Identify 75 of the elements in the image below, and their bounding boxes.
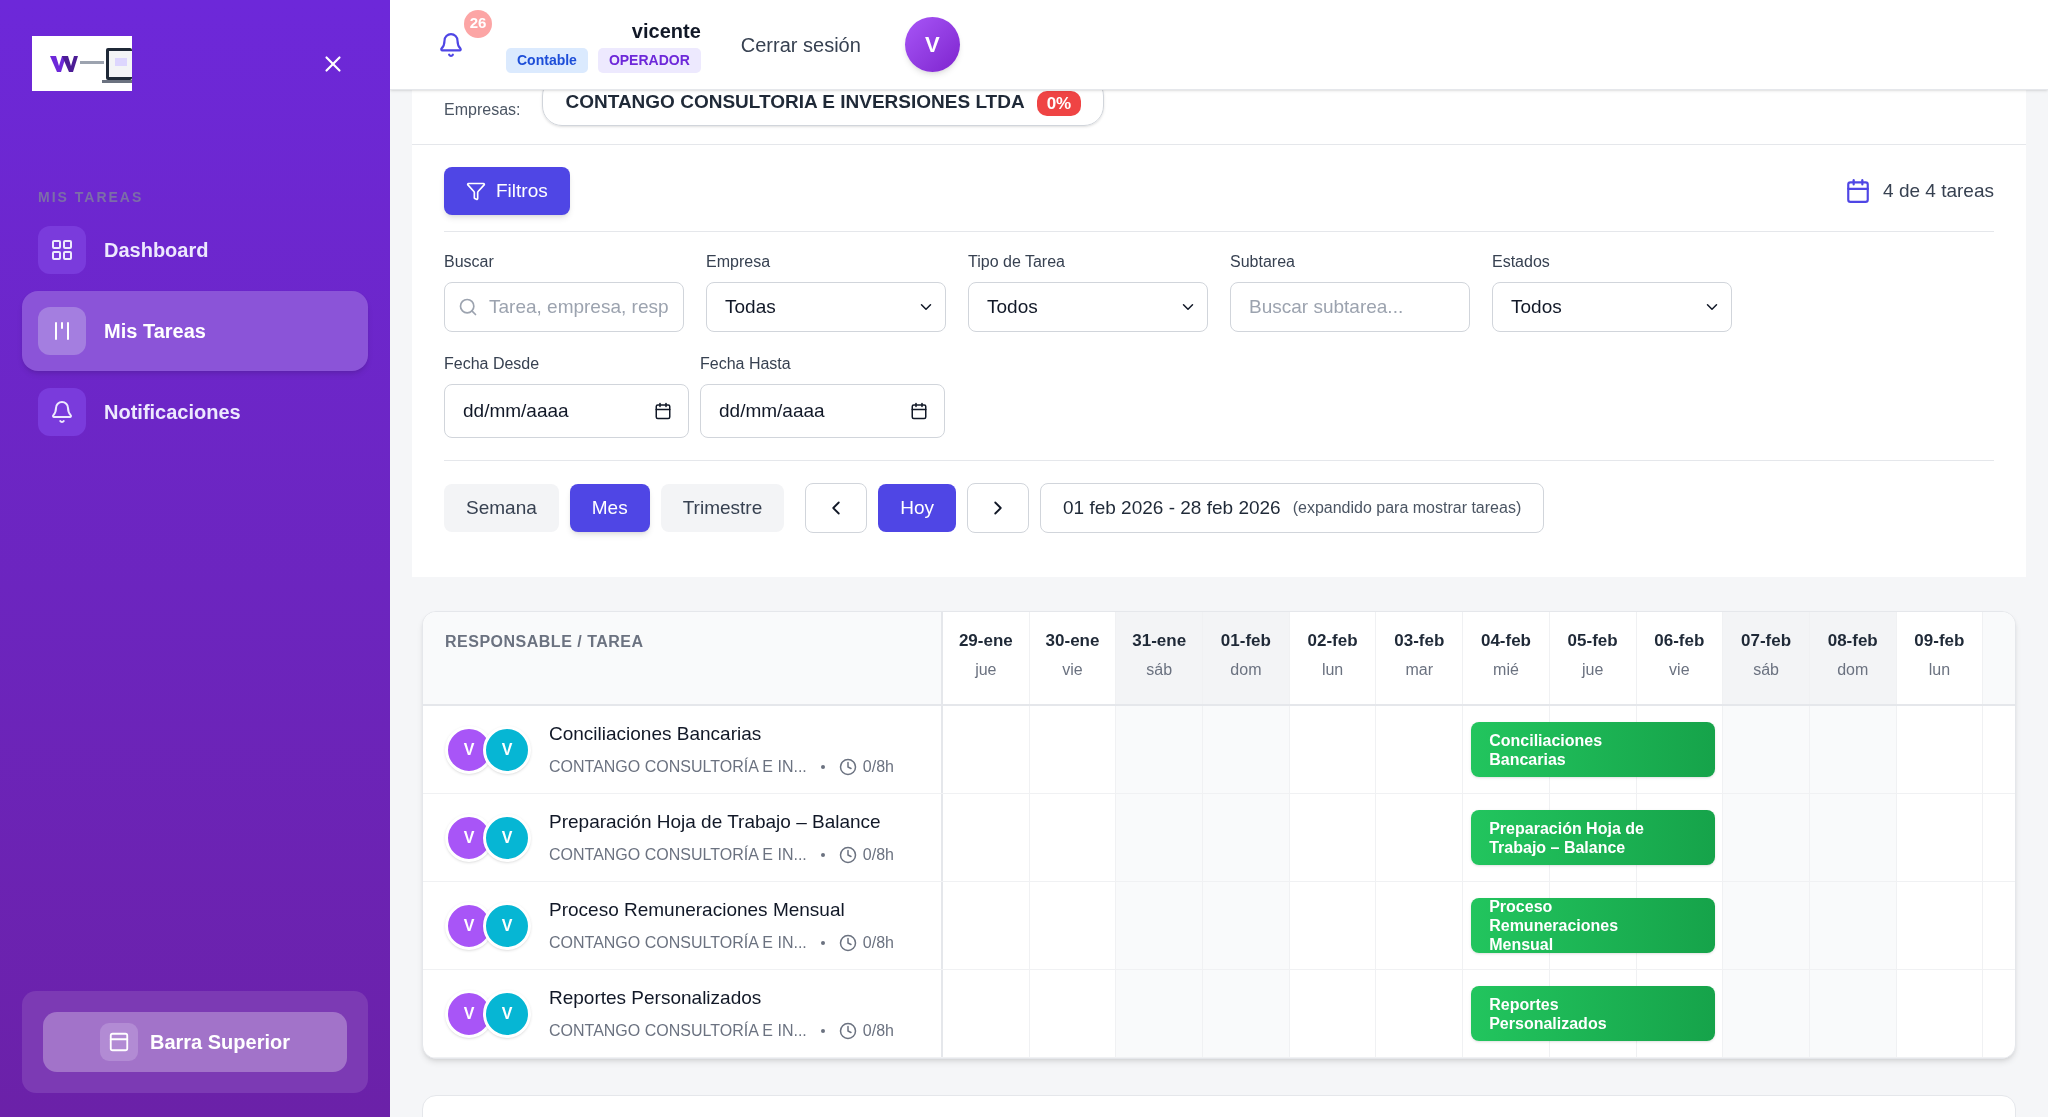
task-hours: 0/8h xyxy=(862,1020,894,1041)
task-title: Preparación Hoja de Trabajo – Balance xyxy=(549,810,882,835)
field-label: Tipo de Tarea xyxy=(968,252,1066,272)
field-label: Empresa xyxy=(706,252,772,272)
field-label: Fecha Hasta xyxy=(700,354,792,374)
clock-icon xyxy=(838,757,857,776)
percent-badge: 0% xyxy=(1036,90,1082,116)
text-field[interactable]: Buscar subtarea... xyxy=(1230,282,1470,332)
filter-icon xyxy=(466,181,486,201)
day-header: 06-feb vie xyxy=(1636,612,1724,704)
task-count: 4 de 4 tareas xyxy=(1883,178,1994,203)
logout-link[interactable]: Cerrar sesión xyxy=(740,29,861,60)
day-header: 07-feb sáb xyxy=(1723,612,1810,704)
range-text: 01 feb 2026 - 28 feb 2026 xyxy=(1063,495,1281,520)
search-icon xyxy=(458,297,478,317)
day-header: 30-ene vie xyxy=(1029,612,1117,704)
task-hours: 0/8h xyxy=(862,844,894,865)
field-label: Empresas: xyxy=(444,100,521,120)
task-title: Reportes Personalizados xyxy=(549,986,763,1011)
section-label: MIS TAREAS xyxy=(37,188,145,207)
search-field[interactable]: Tarea, empresa, resp xyxy=(444,282,684,332)
notification-button[interactable] xyxy=(438,31,464,58)
sidebar-item[interactable]: Dashboard xyxy=(22,210,368,290)
day-header: 08-feb dom xyxy=(1809,612,1897,704)
task-title: Conciliaciones Bancarias xyxy=(549,722,763,747)
clock-icon xyxy=(838,845,857,864)
company-name: CONTANGO CONSULTORÍA E IN... xyxy=(549,932,807,953)
calendar-icon xyxy=(654,402,672,420)
today-button[interactable]: Hoy xyxy=(878,484,956,532)
field-label: Fecha Desde xyxy=(444,354,541,374)
day-header: 02-feb lun xyxy=(1289,612,1377,704)
day-header: 03-feb mar xyxy=(1376,612,1464,704)
user-avatar[interactable]: V xyxy=(904,17,960,72)
column-header: RESPONSABLE / TAREA xyxy=(445,633,644,650)
field-label: Subtarea xyxy=(1230,252,1296,272)
company-name: CONTANGO CONSULTORÍA E IN... xyxy=(549,1020,807,1041)
day-header: 01-feb dom xyxy=(1203,612,1290,704)
select-field[interactable]: Todos xyxy=(1492,282,1732,332)
day-header: 29-ene jue xyxy=(943,612,1030,704)
company-selector[interactable]: CONTANGO CONSULTORIA E INVERSIONES LTDA 0% xyxy=(542,90,1105,126)
day-header: 31-ene sáb xyxy=(1116,612,1204,704)
clock-icon xyxy=(838,1021,857,1040)
task-hours: 0/8h xyxy=(862,932,894,953)
role-tag: OPERADOR xyxy=(597,48,701,73)
grid-icon xyxy=(38,226,86,274)
date-field[interactable]: dd/mm/aaaa xyxy=(444,384,689,438)
field-label: Estados xyxy=(1492,252,1551,272)
day-header: 05-feb jue xyxy=(1549,612,1637,704)
top-bar-button[interactable]: Barra Superior xyxy=(43,1012,347,1072)
panel-icon xyxy=(99,1023,138,1061)
sidebar-item[interactable]: Mis Tareas xyxy=(22,291,368,371)
task-hours: 0/8h xyxy=(862,756,894,777)
bell-icon xyxy=(38,388,86,436)
view-tab[interactable]: Mes xyxy=(569,484,650,532)
notification-count: 26 xyxy=(464,9,492,38)
role-tag: Contable xyxy=(506,48,588,73)
date-field[interactable]: dd/mm/aaaa xyxy=(700,384,945,438)
bars-icon xyxy=(38,307,86,355)
day-header: 09-feb lun xyxy=(1896,612,1984,704)
clock-icon xyxy=(838,933,857,952)
field-label: Buscar xyxy=(444,252,495,272)
company-name: CONTANGO CONSULTORÍA E IN... xyxy=(549,844,807,865)
calendar-icon xyxy=(1845,178,1872,204)
user-name: vicente xyxy=(631,19,701,44)
filters-button[interactable]: Filtros xyxy=(444,167,570,215)
view-tab[interactable]: Trimestre xyxy=(660,484,785,532)
sidebar-item[interactable]: Notificaciones xyxy=(22,372,368,452)
day-header: 04-feb mié xyxy=(1463,612,1550,704)
company-name: CONTANGO CONSULTORÍA E IN... xyxy=(549,756,807,777)
range-note: (expandido para mostrar tareas) xyxy=(1292,498,1522,518)
view-tab[interactable]: Semana xyxy=(444,484,559,532)
task-title: Proceso Remuneraciones Mensual xyxy=(549,898,846,923)
select-field[interactable]: Todos xyxy=(968,282,1208,332)
select-field[interactable]: Todas xyxy=(706,282,946,332)
calendar-icon xyxy=(910,402,928,420)
